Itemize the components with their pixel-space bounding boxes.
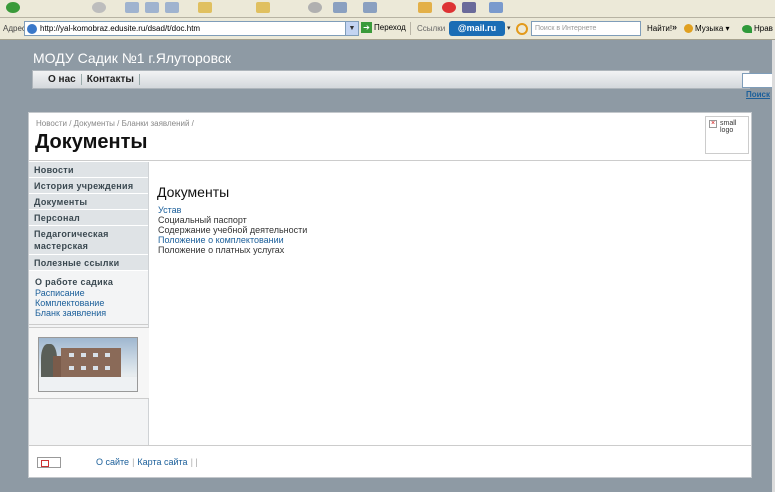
music-button[interactable]: Музыка ▾ bbox=[684, 24, 730, 33]
pref-button[interactable]: Нрав bbox=[742, 24, 773, 33]
alert-icon[interactable] bbox=[442, 2, 456, 13]
footer-about-link[interactable]: О сайте bbox=[96, 457, 129, 467]
go-button[interactable]: ➔ Переход bbox=[361, 22, 406, 33]
small-logo: × small logo bbox=[705, 116, 749, 154]
toolbar-separator bbox=[410, 22, 411, 35]
doc-item-curriculum: Содержание учебной деятельности bbox=[158, 225, 308, 235]
breadcrumb: Новости / Документы / Бланки заявлений / bbox=[36, 119, 194, 128]
url-input[interactable]: http://yal-komobraz.edusite.ru/dsad/t/do… bbox=[24, 21, 359, 36]
sidebar: Новости История учреждения Документы Пер… bbox=[29, 162, 149, 445]
media-icon[interactable] bbox=[462, 2, 476, 13]
go-arrow-icon: ➔ bbox=[361, 22, 372, 33]
breadcrumb-item[interactable]: Новости bbox=[36, 119, 67, 128]
site-title: МОДУ Садик №1 г.Ялуторовск bbox=[33, 50, 232, 66]
counter-badge-icon[interactable] bbox=[37, 456, 61, 468]
footer-sitemap-link[interactable]: Карта сайта bbox=[137, 457, 187, 467]
edit-icon[interactable] bbox=[198, 2, 212, 13]
music-label: Музыка ▾ bbox=[695, 24, 730, 33]
back-icon[interactable] bbox=[6, 2, 20, 13]
about-link-enrollment[interactable]: Комплектование bbox=[35, 298, 142, 308]
mailru-logo[interactable]: @mail.ru bbox=[449, 21, 505, 36]
sidebar-item-staff[interactable]: Персонал bbox=[29, 210, 148, 226]
doc-item-social-passport: Социальный паспорт bbox=[158, 215, 247, 225]
url-dropdown-icon[interactable]: ▼ bbox=[345, 22, 358, 35]
photo-frame bbox=[29, 327, 149, 399]
breadcrumb-item[interactable]: Документы bbox=[74, 119, 115, 128]
folder-icon[interactable] bbox=[418, 2, 432, 13]
about-section: О работе садика Расписание Комплектовани… bbox=[29, 271, 148, 325]
sidebar-item-history[interactable]: История учреждения bbox=[29, 178, 148, 194]
document-list: Устав Социальный паспорт Содержание учеб… bbox=[158, 205, 307, 255]
messenger-icon[interactable] bbox=[363, 2, 377, 13]
sidebar-item-links[interactable]: Полезные ссылки bbox=[29, 255, 148, 271]
doc-link-charter[interactable]: Устав bbox=[158, 205, 307, 215]
page-icon bbox=[27, 23, 37, 34]
search-icon[interactable] bbox=[516, 22, 528, 35]
address-bar: Адрес: http://yal-komobraz.edusite.ru/ds… bbox=[0, 18, 775, 40]
url-text: http://yal-komobraz.edusite.ru/dsad/t/do… bbox=[40, 24, 201, 33]
breadcrumb-item[interactable]: Бланки заявлений bbox=[122, 119, 190, 128]
mail-icon[interactable] bbox=[308, 2, 322, 13]
nav-contacts[interactable]: Контакты bbox=[82, 74, 140, 85]
search-link[interactable]: Поиск bbox=[746, 90, 770, 99]
toolbar-search: Поиск в Интернете bbox=[516, 21, 641, 36]
home-icon[interactable] bbox=[165, 2, 179, 13]
refresh-icon[interactable] bbox=[145, 2, 159, 13]
web-search-input[interactable]: Поиск в Интернете bbox=[531, 21, 641, 36]
content-panel: Новости / Документы / Бланки заявлений /… bbox=[28, 112, 752, 478]
kindergarten-photo bbox=[38, 337, 138, 392]
about-link-schedule[interactable]: Расписание bbox=[35, 288, 142, 298]
broken-image-icon: × bbox=[709, 120, 717, 128]
sidebar-item-workshop[interactable]: Педагогическая мастерская bbox=[29, 226, 148, 255]
print-icon[interactable] bbox=[333, 2, 347, 13]
sidebar-item-news[interactable]: Новости bbox=[29, 162, 148, 178]
site-search-input[interactable] bbox=[742, 73, 775, 88]
page-title: Документы bbox=[35, 131, 148, 153]
more-chevron-icon[interactable]: » bbox=[672, 22, 677, 32]
links-label[interactable]: Ссылки bbox=[417, 24, 445, 33]
footer-divider: | | bbox=[190, 457, 198, 467]
pref-label: Нрав bbox=[754, 24, 773, 33]
forward-icon[interactable] bbox=[92, 2, 106, 13]
documents-heading: Документы bbox=[157, 184, 230, 200]
music-icon bbox=[684, 24, 693, 33]
browser-toolbar bbox=[0, 0, 775, 18]
go-label: Переход bbox=[374, 23, 406, 32]
nav-about[interactable]: О нас bbox=[43, 74, 82, 85]
sidebar-item-documents[interactable]: Документы bbox=[29, 194, 148, 210]
logo-alt-text: small logo bbox=[720, 120, 737, 134]
about-link-application[interactable]: Бланк заявления bbox=[35, 308, 142, 318]
about-heading: О работе садика bbox=[35, 277, 114, 287]
page-header: Новости / Документы / Бланки заявлений /… bbox=[29, 113, 751, 161]
footer: О сайте | Карта сайта | | bbox=[29, 445, 751, 478]
research-icon[interactable] bbox=[489, 2, 503, 13]
mailru-dropdown-icon[interactable]: ▾ bbox=[507, 24, 511, 32]
doc-item-paid-services: Положение о платных услугах bbox=[158, 245, 285, 255]
main-content: Документы Устав Социальный паспорт Содер… bbox=[151, 162, 749, 445]
doc-link-enrollment[interactable]: Положение о комплектовании bbox=[158, 235, 307, 245]
footer-divider: | bbox=[132, 457, 135, 467]
history-icon[interactable] bbox=[256, 2, 270, 13]
stop-icon[interactable] bbox=[125, 2, 139, 13]
find-button[interactable]: Найти! bbox=[647, 24, 672, 33]
top-navigation: О нас Контакты bbox=[32, 70, 750, 89]
leaf-icon bbox=[742, 24, 752, 33]
